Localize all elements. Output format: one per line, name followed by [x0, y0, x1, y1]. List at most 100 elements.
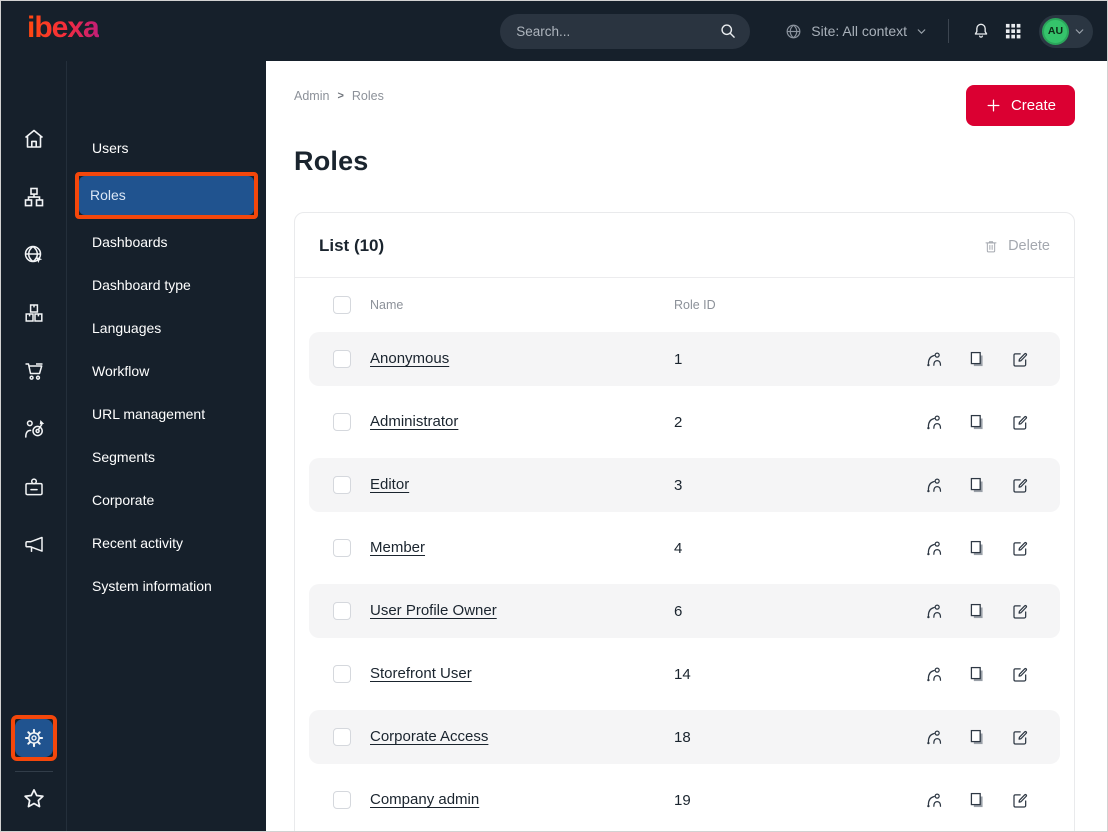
role-id-value: 3	[674, 476, 683, 494]
role-name-link[interactable]: Corporate Access	[370, 728, 488, 745]
edit-icon-button[interactable]	[1010, 538, 1030, 558]
bookmarks-button[interactable]	[21, 782, 47, 819]
global-search[interactable]	[500, 13, 751, 49]
edit-icon-button[interactable]	[1010, 475, 1030, 495]
sidebar-item-workflow[interactable]: Workflow	[81, 352, 252, 391]
create-button[interactable]: Create	[965, 85, 1075, 126]
assign-user-icon-button[interactable]	[924, 475, 944, 495]
copy-icon-button[interactable]	[967, 664, 987, 684]
assign-user-icon-button[interactable]	[924, 412, 944, 432]
role-name-link[interactable]: Anonymous	[370, 350, 449, 367]
assign-user-icon-button[interactable]	[924, 538, 944, 558]
sidebar-item-recent-activity[interactable]: Recent activity	[81, 524, 252, 563]
edit-icon-button[interactable]	[1010, 664, 1030, 684]
person-target-icon[interactable]	[22, 417, 46, 441]
main-content: Admin > Roles Create Roles List (10) Del…	[266, 61, 1107, 831]
globe-icon	[786, 24, 801, 38]
table-row: Company admin 19	[309, 773, 1060, 827]
chevron-down-icon	[917, 28, 926, 34]
table-body: Anonymous 1 Administrator 2 Editor 3 Mem…	[295, 332, 1074, 827]
copy-icon-button[interactable]	[967, 475, 987, 495]
assign-user-icon-button[interactable]	[924, 664, 944, 684]
copy-icon-button[interactable]	[967, 538, 987, 558]
role-name-link[interactable]: Company admin	[370, 791, 479, 808]
search-input[interactable]	[516, 23, 719, 39]
sidebar-item-system-information[interactable]: System information	[81, 567, 252, 606]
copy-icon-button[interactable]	[967, 412, 987, 432]
role-name-link[interactable]: Administrator	[370, 413, 458, 430]
cart-icon[interactable]	[22, 359, 46, 383]
plus-icon	[987, 99, 1000, 112]
delete-button[interactable]: Delete	[983, 238, 1050, 255]
row-checkbox[interactable]	[333, 602, 351, 620]
role-name-link[interactable]: Storefront User	[370, 665, 472, 682]
edit-icon-button[interactable]	[1010, 601, 1030, 621]
user-menu[interactable]: AU	[1039, 14, 1093, 48]
select-all-checkbox[interactable]	[333, 296, 351, 314]
role-name-link[interactable]: Member	[370, 539, 425, 556]
site-context-label: Site: All context	[811, 23, 907, 39]
rail-bottom-group	[10, 715, 57, 819]
copy-icon-button[interactable]	[967, 790, 987, 810]
sitemap-icon[interactable]	[22, 185, 46, 209]
admin-sidebar: Users Roles Dashboards Dashboard type La…	[67, 61, 266, 831]
bell-icon	[974, 23, 988, 38]
megaphone-icon[interactable]	[22, 533, 46, 557]
row-checkbox[interactable]	[333, 728, 351, 746]
app-switcher-button[interactable]	[997, 15, 1029, 47]
chevron-down-icon	[1075, 28, 1084, 34]
copy-icon-button[interactable]	[967, 349, 987, 369]
row-checkbox[interactable]	[333, 791, 351, 809]
row-checkbox[interactable]	[333, 665, 351, 683]
row-checkbox[interactable]	[333, 413, 351, 431]
breadcrumb-item[interactable]: Roles	[352, 89, 384, 103]
breadcrumb-item[interactable]: Admin	[294, 89, 329, 103]
sidebar-item-url-management[interactable]: URL management	[81, 395, 252, 434]
trash-icon	[985, 240, 997, 252]
edit-icon-button[interactable]	[1010, 349, 1030, 369]
table-row: Member 4	[309, 521, 1060, 575]
sidebar-item-segments[interactable]: Segments	[81, 438, 252, 477]
row-checkbox[interactable]	[333, 476, 351, 494]
star-icon	[23, 789, 44, 808]
role-name-link[interactable]: User Profile Owner	[370, 602, 497, 619]
home-icon[interactable]	[22, 127, 46, 151]
globe-cursor-icon[interactable]	[22, 243, 46, 267]
id-badge-icon[interactable]	[22, 475, 46, 499]
assign-user-icon-button[interactable]	[924, 349, 944, 369]
site-context-selector[interactable]: Site: All context	[784, 22, 928, 41]
rail-divider	[14, 771, 53, 772]
breadcrumb: Admin > Roles	[294, 85, 384, 103]
sidebar-item-users[interactable]: Users	[81, 129, 252, 168]
table-row: Anonymous 1	[309, 332, 1060, 386]
sidebar-item-dashboards[interactable]: Dashboards	[81, 223, 252, 262]
edit-icon-button[interactable]	[1010, 412, 1030, 432]
boxes-icon[interactable]	[22, 301, 46, 325]
ibexa-logo[interactable]: ibexa	[27, 13, 100, 49]
icon-rail	[1, 61, 67, 831]
assign-user-icon-button[interactable]	[924, 727, 944, 747]
assign-user-icon-button[interactable]	[924, 601, 944, 621]
edit-icon-button[interactable]	[1010, 727, 1030, 747]
column-header-name: Name	[370, 298, 404, 312]
row-checkbox[interactable]	[333, 539, 351, 557]
topbar-divider	[948, 19, 949, 43]
admin-settings-button[interactable]	[14, 719, 53, 757]
row-checkbox[interactable]	[333, 350, 351, 368]
notifications-button[interactable]	[965, 15, 997, 47]
grid-icon	[1005, 23, 1021, 39]
roles-list-panel: List (10) Delete Name Role ID Anonymous …	[294, 212, 1075, 831]
edit-icon-button[interactable]	[1010, 790, 1030, 810]
assign-user-icon-button[interactable]	[924, 790, 944, 810]
sidebar-item-roles[interactable]: Roles	[79, 176, 254, 215]
copy-icon-button[interactable]	[967, 601, 987, 621]
sidebar-item-languages[interactable]: Languages	[81, 309, 252, 348]
role-id-value: 1	[674, 350, 683, 368]
sidebar-item-corporate[interactable]: Corporate	[81, 481, 252, 520]
sidebar-item-dashboard-type[interactable]: Dashboard type	[81, 266, 252, 305]
table-row: User Profile Owner 6	[309, 584, 1060, 638]
role-id-value: 19	[674, 791, 691, 809]
role-name-link[interactable]: Editor	[370, 476, 409, 493]
copy-icon-button[interactable]	[967, 727, 987, 747]
search-icon[interactable]	[718, 21, 738, 41]
